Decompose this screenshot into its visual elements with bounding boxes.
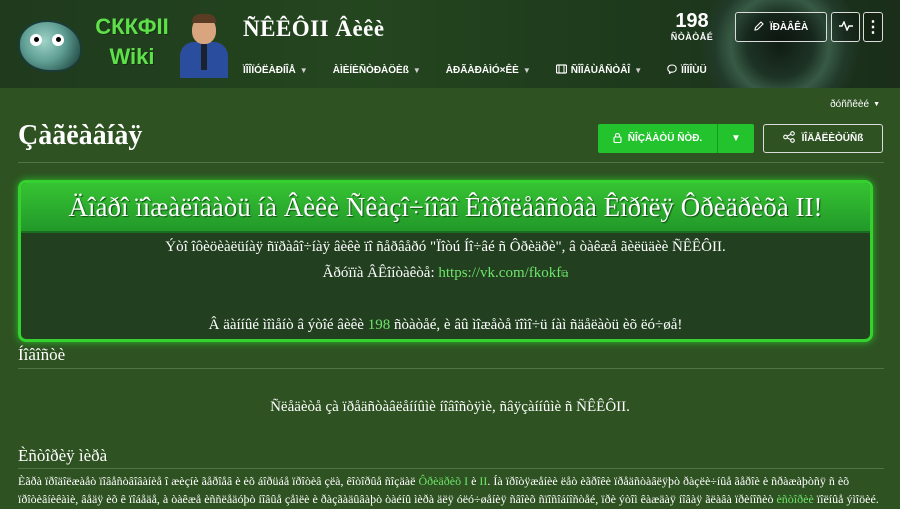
nav-label: ÏÎÎÏÓËÀÐÍÎÅ (243, 64, 296, 76)
welcome-box: Äîáðî ïîæàëîâàòü íà Âèêè Ñêàçî÷íîãî Êîðî… (18, 180, 873, 342)
share-icon (782, 131, 795, 146)
stories-link[interactable]: èñòîðèè (776, 492, 813, 506)
vk-group-link[interactable]: https://vk.com/fkokf (438, 265, 561, 281)
logo-text: СККФII Wiki (84, 12, 180, 72)
chevron-down-icon: ▼ (873, 101, 880, 108)
help-bubble-icon (667, 63, 677, 77)
history-text-4: ïîëíûå ýìîöèé. (813, 492, 879, 506)
news-heading: Íîâîñòè (18, 345, 66, 364)
create-page-dropdown[interactable]: ▼ (718, 124, 754, 153)
chevron-down-icon: ▼ (299, 65, 308, 75)
chevron-down-icon: ▼ (731, 133, 741, 144)
pencil-icon (754, 20, 764, 34)
nav-item-gadgets[interactable]: ÀÐÃÀÐÀÌÓ×ÊÈ ▼ (446, 60, 531, 80)
pages-count-label: ÑÒÀÒÅÉ (670, 32, 714, 42)
language-label: ðóññêèé (830, 99, 870, 110)
chevron-down-icon: ▼ (412, 65, 421, 75)
welcome-group-line: Ãðóïïà ÂÊîíòàêòå: https://vk.com/fkokf⧉ (21, 265, 870, 282)
share-button-label: ÏÎÄÅËÈÒÜÑß (801, 133, 864, 144)
kebab-icon: ⋮ (865, 19, 881, 36)
logo-person-image (178, 14, 230, 78)
more-options-button[interactable]: ⋮ (863, 12, 883, 42)
history-heading: Èñòîðèÿ ìèðà (18, 446, 108, 465)
history-divider (18, 468, 884, 469)
nav-label: ÀÐÃÀÐÀÌÓ×ÊÈ (445, 64, 519, 76)
nav-label: ÀÌÈÍÈÑÒÐÀÖÈß (332, 64, 409, 76)
welcome-count-line: Â äàííûé ìîìåíò â ýòîé âèêè 198 ñòàòåé, … (21, 317, 870, 334)
friedrich-1-link[interactable]: Ôðèäðèõ I (418, 474, 468, 488)
history-text-1: Èãðà ïðîäîëæàåò ïîâåñòâîâàíèå î æèçíè ãå… (18, 474, 419, 488)
article-count-link[interactable]: 198 (368, 317, 391, 333)
lock-icon (613, 132, 622, 146)
logo-creature-image (18, 20, 82, 72)
nav-item-help[interactable]: ÏÎÌÎÙÜ (667, 60, 707, 80)
external-link-icon: ⧉ (561, 269, 569, 280)
history-paragraph: Èãðà ïðîäîëæàåò ïîâåñòâîâàíèå î æèçíè ãå… (18, 472, 884, 508)
language-selector[interactable]: ðóññêèé ▼ (830, 99, 880, 110)
pages-count: 198 ÑÒÀÒÅÉ (660, 10, 724, 42)
nav-item-administration[interactable]: ÀÌÈÍÈÑÒÐÀÖÈß ▼ (333, 60, 421, 80)
welcome-intro: Ýòî îôèöèàëüíàÿ ñïðàâî÷íàÿ âèêè ïî ñåðâå… (165, 239, 726, 255)
logo-text-line1: СККФII (95, 14, 169, 39)
chevron-down-icon: ▼ (634, 65, 643, 75)
nav-item-popular[interactable]: ÏÎÎÏÓËÀÐÍÎÅ ▼ (243, 60, 308, 80)
community-icon (555, 63, 567, 77)
nav-item-community[interactable]: ÑÎÎÁÙÅÑÒÂÎ ▼ (555, 60, 643, 80)
chevron-down-icon: ▼ (522, 65, 531, 75)
nav-label: ÏÎÌÎÙÜ (681, 64, 707, 76)
welcome-heading: Äîáðî ïîæàëîâàòü íà Âèêè Ñêàçî÷íîãî Êîðî… (21, 183, 870, 233)
create-page-main[interactable]: ÑÎÇÄÀÒÜ ÑÒÐ. (598, 124, 718, 153)
news-empty-text: Ñëåäèòå çà ïðåäñòàâëåííûìè íîâîñòÿìè, ñâ… (270, 399, 630, 415)
page-title: Çàãëàâíàÿ (18, 120, 143, 151)
activity-icon (838, 19, 853, 34)
history-text-2: è (468, 474, 480, 488)
edit-button[interactable]: ÏÐÀÂÊÀ (735, 12, 827, 42)
title-divider (18, 162, 884, 163)
site-title[interactable]: ÑÊÊÔII Âèêè (243, 16, 385, 42)
site-header: СККФII Wiki ÑÊÊÔII Âèêè ÏÎÎÏÓËÀÐÍÎÅ ▼ ÀÌ… (0, 0, 900, 88)
logo-text-line2: Wiki (109, 44, 155, 69)
edit-button-label: ÏÐÀÂÊÀ (769, 21, 809, 33)
site-logo[interactable]: СККФII Wiki (18, 12, 230, 78)
group-label: Ãðóïïà ÂÊîíòàêòå: (322, 265, 435, 281)
create-page-label: ÑÎÇÄÀÒÜ ÑÒÐ. (627, 133, 703, 144)
news-divider (18, 368, 884, 369)
pages-count-number: 198 (675, 10, 709, 32)
activity-button[interactable] (831, 12, 860, 42)
top-nav: ÏÎÎÏÓËÀÐÍÎÅ ▼ ÀÌÈÍÈÑÒÐÀÖÈß ▼ ÀÐÃÀÐÀÌÓ×ÊÈ… (243, 60, 707, 80)
share-button[interactable]: ÏÎÄÅËÈÒÜÑß (763, 124, 883, 153)
nav-label: ÑÎÎÁÙÅÑÒÂÎ (570, 64, 631, 76)
count-suffix: ñòàòåé, è âû ìîæåòå ïîìî÷ü íàì ñäåëàòü è… (393, 317, 683, 333)
create-page-button[interactable]: ÑÎÇÄÀÒÜ ÑÒÐ. ▼ (598, 124, 754, 153)
count-prefix: Â äàííûé ìîìåíò â ýòîé âèêè (208, 317, 364, 333)
